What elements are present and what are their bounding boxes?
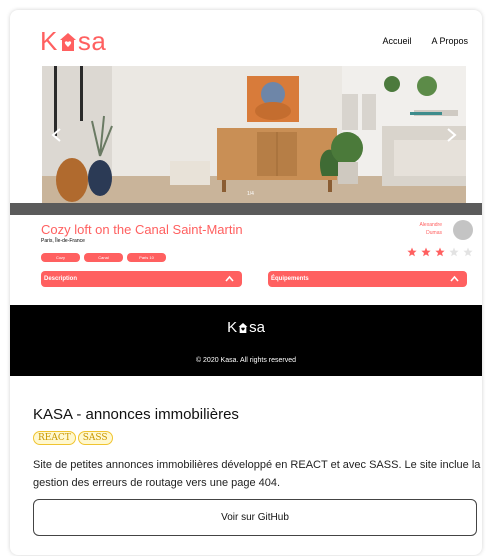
- project-title: KASA - annonces immobilières: [33, 406, 239, 423]
- host-name: Alexandre Dumas: [419, 221, 442, 237]
- carousel-counter: 1/4: [247, 191, 254, 197]
- host-last-name: Dumas: [426, 230, 442, 236]
- house-icon: [238, 322, 248, 333]
- listing-title: Cozy loft on the Canal Saint-Martin: [41, 222, 243, 237]
- star-empty-icon: [449, 247, 459, 257]
- chevron-right-icon[interactable]: [444, 128, 458, 142]
- chevron-up-icon: [225, 275, 234, 282]
- star-icon: [407, 247, 417, 257]
- house-icon: [59, 32, 76, 51]
- main-nav: Accueil A Propos: [382, 36, 468, 46]
- logo-text: sa: [77, 26, 107, 56]
- badge-sass: SASS: [77, 431, 113, 445]
- section-divider: [10, 203, 482, 215]
- collapse-label: Équipements: [271, 276, 309, 282]
- tag-list: Cozy Canal Paris 10: [41, 253, 166, 262]
- living-room-photo: [42, 66, 466, 203]
- footer-logo-letter: K: [227, 319, 238, 336]
- carousel-image: 1/4: [42, 66, 466, 203]
- chevron-up-icon: [450, 275, 459, 282]
- site-header: K sa Accueil A Propos: [10, 10, 482, 70]
- star-icon: [435, 247, 445, 257]
- collapse-label: Description: [44, 276, 78, 282]
- github-button[interactable]: Voir sur GitHub: [33, 499, 477, 536]
- tag-canal: Canal: [84, 253, 123, 262]
- badge-react: REACT: [33, 431, 76, 445]
- listing-location: Paris, Île-de-France: [41, 238, 85, 244]
- description-collapse[interactable]: Description: [41, 271, 242, 287]
- footer-logo-text: sa: [249, 319, 265, 336]
- host-avatar: [453, 220, 473, 240]
- host-first-name: Alexandre: [419, 222, 442, 228]
- project-card: K sa Accueil A Propos 1/4 Cozy loft on t…: [10, 10, 482, 555]
- logo-letter: K: [40, 26, 58, 56]
- star-empty-icon: [463, 247, 473, 257]
- rating-stars: [407, 247, 473, 257]
- site-footer: K sa © 2020 Kasa. All rights reserved: [10, 305, 482, 376]
- project-description: Site de petites annonces immobilières dé…: [33, 459, 481, 489]
- tag-paris: Paris 10: [127, 253, 166, 262]
- footer-logo: K sa: [10, 319, 482, 336]
- nav-accueil[interactable]: Accueil: [382, 36, 411, 46]
- copyright-text: © 2020 Kasa. All rights reserved: [195, 357, 297, 364]
- nav-a-propos[interactable]: A Propos: [431, 36, 468, 46]
- tech-badges: REACT SASS: [33, 431, 113, 445]
- kasa-logo[interactable]: K sa: [40, 26, 106, 57]
- star-icon: [421, 247, 431, 257]
- chevron-left-icon[interactable]: [50, 128, 64, 142]
- equipments-collapse[interactable]: Équipements: [268, 271, 467, 287]
- tag-cozy: Cozy: [41, 253, 80, 262]
